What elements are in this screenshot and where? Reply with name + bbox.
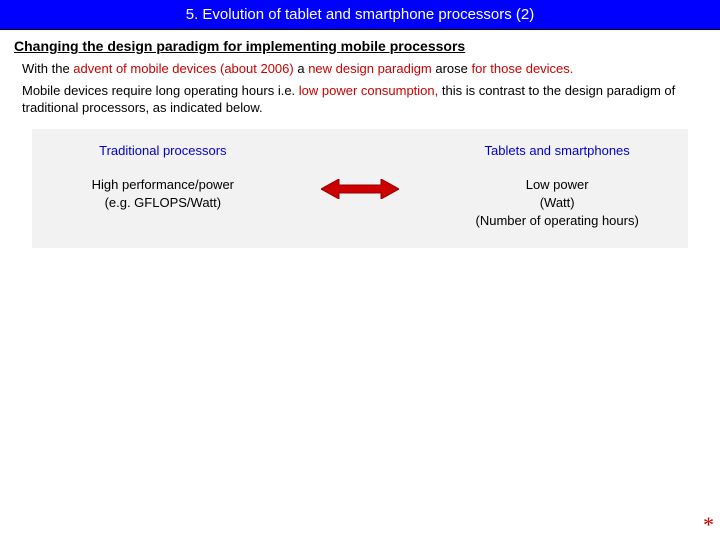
double-arrow-icon [321,179,399,199]
comparison-panel: Traditional processors High performance/… [32,129,688,249]
text-highlight: advent of mobile devices (about 2006) [73,61,293,76]
text: (e.g. GFLOPS/Watt) [42,194,284,212]
text: High performance/power [42,176,284,194]
text-highlight: for those devices. [472,61,574,76]
column-left: Traditional processors High performance/… [42,143,284,212]
column-heading: Traditional processors [42,143,284,158]
text: Mobile devices require long operating ho… [22,83,299,98]
text: (Watt) [436,194,678,212]
paragraph-1: With the advent of mobile devices (about… [0,58,720,80]
paragraph-2: Mobile devices require long operating ho… [0,80,720,119]
column-body: Low power (Watt) (Number of operating ho… [436,176,678,231]
text: (Number of operating hours) [436,212,678,230]
arrow-cell [303,143,417,199]
text-highlight: new design paradigm [308,61,432,76]
footnote-marker: * [703,512,714,538]
text: arose [432,61,472,76]
text-highlight: low power consumption, [299,83,438,98]
slide-title: 5. Evolution of tablet and smartphone pr… [0,0,720,30]
column-heading: Tablets and smartphones [436,143,678,158]
text: With the [22,61,73,76]
text: Low power [436,176,678,194]
column-right: Tablets and smartphones Low power (Watt)… [436,143,678,231]
column-body: High performance/power (e.g. GFLOPS/Watt… [42,176,284,212]
text: a [294,61,308,76]
slide-subtitle: Changing the design paradigm for impleme… [0,30,720,58]
